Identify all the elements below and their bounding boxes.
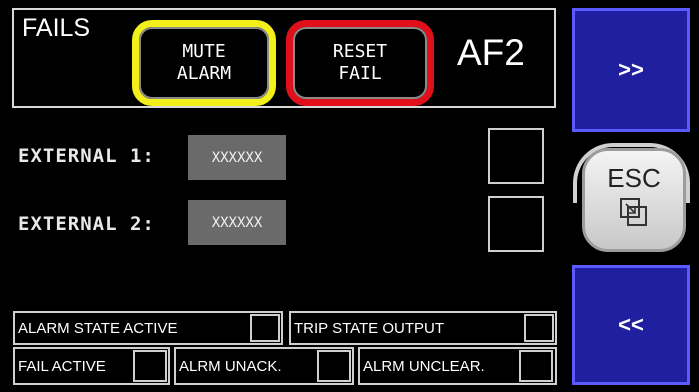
copy-windows-icon [617,196,651,237]
external-2-label: EXTERNAL 2: [18,213,155,235]
alarm-state-active-indicator [250,314,280,342]
alrm-unclear-indicator [519,350,553,382]
trip-state-output-indicator [524,314,554,342]
page-title: FAILS [22,14,91,42]
header-panel: FAILS MUTE ALARM RESET FAIL AF2 [12,8,556,108]
external-1-value[interactable]: XXXXXX [188,135,286,180]
trip-state-output-label: TRIP STATE OUTPUT [294,319,445,337]
trip-state-output-status: TRIP STATE OUTPUT [289,311,557,345]
reset-fail-button[interactable]: RESET FAIL [286,20,434,106]
next-page-button[interactable]: >> [572,8,690,132]
station-code: AF2 [457,32,525,73]
alarm-state-active-status: ALARM STATE ACTIVE [13,311,283,345]
mute-alarm-label: MUTE ALARM [176,41,232,84]
external-1-label: EXTERNAL 1: [18,145,155,167]
previous-page-button[interactable]: << [572,265,690,385]
esc-label: ESC [607,163,661,193]
next-page-label: >> [618,57,644,82]
external-2-indicator [488,196,544,252]
alrm-unack-label: ALRM UNACK. [179,357,282,375]
mute-alarm-button[interactable]: MUTE ALARM [132,20,276,106]
external-1-indicator [488,128,544,184]
fail-active-indicator [133,350,167,382]
external-2-value[interactable]: XXXXXX [188,200,286,245]
previous-page-label: << [618,312,644,337]
fail-active-label: FAIL ACTIVE [18,357,106,375]
alrm-unclear-label: ALRM UNCLEAR. [363,357,485,375]
reset-fail-label: RESET FAIL [332,41,388,84]
esc-button[interactable]: ESC [582,148,686,252]
alrm-unack-indicator [317,350,351,382]
alarm-state-active-label: ALARM STATE ACTIVE [18,319,178,337]
